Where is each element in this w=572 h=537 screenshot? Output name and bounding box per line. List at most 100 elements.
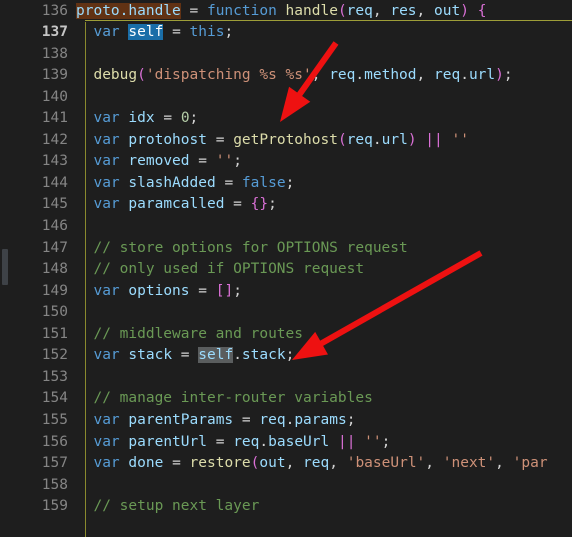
code-token: var [93,24,120,41]
code-token: req [259,411,286,428]
code-token: // manage inter-router variables [93,390,373,407]
code-token: var [93,347,120,364]
code-line[interactable]: var self = this; [76,22,233,44]
code-token: // store options for OPTIONS request [93,239,408,256]
code-line[interactable]: // setup next layer [76,496,259,518]
code-token: ; [381,433,391,450]
code-line[interactable]: var parentParams = req.params; [76,410,355,432]
code-token: ; [224,24,234,41]
code-token: . [233,347,242,364]
code-token: stack [241,347,286,364]
code-line[interactable]: var done = restore(out, req, 'baseUrl', … [76,453,548,475]
code-line[interactable]: var removed = ''; [76,151,242,173]
code-token: , [416,67,434,84]
code-line[interactable]: proto.handle = function handle(req, res,… [76,1,486,23]
code-token: 0 [180,110,190,127]
code-token: var [93,282,120,299]
code-line[interactable]: debug('dispatching %s %s', req.method, r… [76,65,512,87]
line-number: 151 [41,325,68,342]
code-token: ) [407,131,417,148]
code-token: paramcalled [128,196,225,213]
code-token: req [329,67,356,84]
code-line[interactable]: var paramcalled = {}; [76,194,276,216]
code-token: = [172,455,181,472]
code-token: slashAdded [128,174,216,191]
code-line[interactable]: // only used if OPTIONS request [76,259,364,281]
code-token: var [93,196,120,213]
code-line[interactable]: var options = []; [76,281,242,303]
code-content-area[interactable]: proto.handle = function handle(req, res,… [76,0,572,537]
code-token: ) [460,2,469,19]
line-number: 152 [41,347,68,364]
line-number: 149 [41,282,68,299]
code-token: = [198,282,207,299]
code-token: baseUrl [268,433,330,450]
code-token: { [477,2,487,19]
code-token: = [198,153,207,170]
code-token: || [337,433,356,450]
code-token: function [206,2,277,19]
code-line[interactable]: var slashAdded = false; [76,173,294,195]
line-number: 150 [41,304,68,321]
code-token: done [128,455,164,472]
code-token: var [93,174,120,191]
code-token: , [285,455,304,472]
code-token: 'par [512,455,548,472]
line-number: 148 [41,261,68,278]
code-line[interactable]: var stack = self.stack; [76,345,294,367]
line-number: 156 [41,433,68,450]
code-token: = [189,2,199,19]
line-number: 140 [41,88,68,105]
code-token: req [346,131,373,148]
line-number: 139 [41,67,68,84]
code-token: req [346,2,373,19]
line-number: 136 [41,2,68,19]
code-token: ; [233,153,242,170]
code-token: . [355,67,365,84]
code-token: method [364,67,417,84]
code-token: ; [233,282,242,299]
code-line[interactable]: // middleware and routes [76,324,303,346]
code-token: proto.handle [76,2,181,19]
code-line[interactable]: // store options for OPTIONS request [76,238,408,260]
code-token: = [163,110,173,127]
code-token: = [233,196,242,213]
line-number: 154 [41,390,68,407]
code-token: var [93,455,120,472]
line-number: 159 [41,498,68,515]
code-token: , [495,455,513,472]
line-number: 142 [41,131,68,148]
code-line[interactable]: var parentUrl = req.baseUrl || ''; [76,432,390,454]
code-token: this [189,24,225,41]
line-number: 137 [41,24,68,41]
code-token: ( [337,131,347,148]
code-token: handle [285,2,338,19]
code-line[interactable]: // manage inter-router variables [76,388,373,410]
line-number: 155 [41,411,68,428]
code-line[interactable]: var idx = 0; [76,108,198,130]
line-number: 146 [41,218,68,234]
code-line[interactable]: var protohost = getProtohost(req.url) ||… [76,130,469,152]
line-number: 141 [41,110,68,127]
code-token: = [172,24,181,41]
code-token: [] [215,282,234,299]
